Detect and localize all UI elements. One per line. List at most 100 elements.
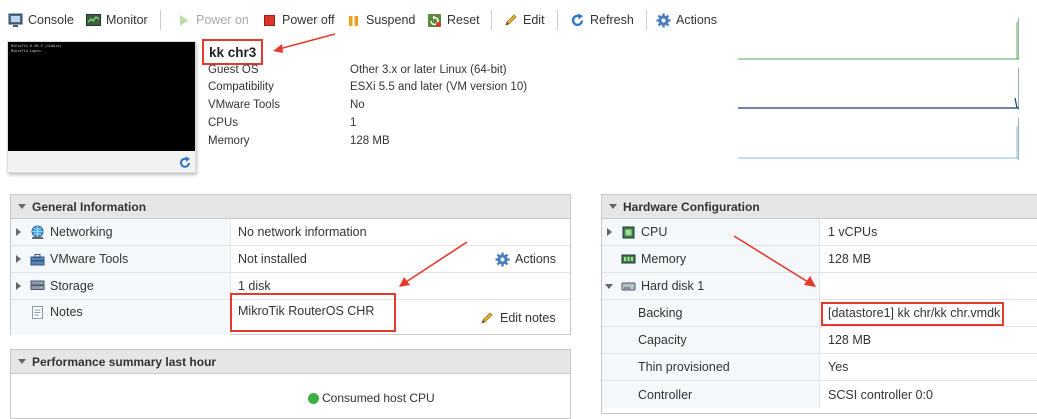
notes-label: Notes	[50, 305, 83, 319]
console-button[interactable]: Console	[8, 11, 74, 29]
refresh-button[interactable]: Refresh	[570, 11, 634, 29]
cpu-legend-label: Consumed host CPU	[322, 391, 435, 405]
console-screen-text: MikroTik 6.40.3 (stable) MikroTik Login:…	[8, 42, 195, 151]
hardware-configuration-header[interactable]: Hardware Configuration	[602, 195, 1037, 219]
performance-header[interactable]: Performance summary last hour	[11, 350, 570, 374]
monitor-button[interactable]: Monitor	[86, 11, 148, 29]
collapse-icon[interactable]	[605, 283, 613, 289]
edit-button[interactable]: Edit	[503, 11, 545, 29]
memory-module-icon	[621, 252, 636, 267]
hw-memory-value: 128 MB	[828, 252, 872, 266]
hw-controller-row: Controller SCSI controller 0:0	[602, 381, 1037, 408]
vm-name-title: kk chr3	[202, 39, 264, 65]
reset-button[interactable]: Reset	[427, 11, 480, 29]
hw-cpu-value: 1 vCPUs	[828, 225, 878, 239]
collapse-icon	[18, 359, 26, 364]
tools-actions-button[interactable]: Actions	[495, 246, 556, 272]
suspend-label: Suspend	[366, 13, 416, 27]
reset-icon	[427, 13, 442, 28]
edit-notes-button[interactable]: Edit notes	[479, 308, 556, 328]
power-on-button[interactable]: Power on	[176, 11, 249, 29]
toolbox-icon	[30, 252, 45, 267]
console-thumbnail[interactable]: MikroTik 6.40.3 (stable) MikroTik Login:…	[7, 41, 196, 173]
reset-label: Reset	[447, 13, 480, 27]
actions-button[interactable]: Actions	[656, 11, 717, 29]
hw-cpu-label: CPU	[641, 225, 668, 239]
console-label: Console	[28, 13, 74, 27]
toolbar-divider	[491, 10, 492, 30]
console-icon	[8, 13, 23, 28]
guest-os-value: Other 3.x or later Linux (64-bit)	[350, 64, 507, 76]
expand-icon[interactable]	[15, 282, 21, 290]
performance-panel: Performance summary last hour Consumed h…	[10, 349, 571, 419]
networking-row[interactable]: Networking No network information	[11, 219, 570, 246]
pencil-icon	[479, 311, 494, 326]
compatibility-label: Compatibility	[208, 81, 274, 93]
hw-memory-row[interactable]: Memory 128 MB	[602, 246, 1037, 273]
actions-label: Actions	[676, 13, 717, 27]
hw-capacity-value: 128 MB	[828, 333, 872, 347]
memory-sparkline	[738, 68, 1019, 110]
hw-cpu-row[interactable]: CPU 1 vCPUs	[602, 219, 1037, 246]
notes-icon	[30, 305, 45, 320]
monitor-label: Monitor	[106, 13, 148, 27]
general-information-title: General Information	[32, 199, 147, 214]
collapse-icon	[18, 204, 26, 209]
edit-notes-label: Edit notes	[500, 311, 556, 325]
gear-icon	[656, 13, 671, 28]
suspend-button[interactable]: Suspend	[346, 11, 415, 29]
monitor-icon	[86, 13, 101, 28]
vmware-tools-row[interactable]: VMware Tools Not installed Actions	[11, 246, 570, 273]
edit-label: Edit	[523, 13, 545, 27]
backing-highlight-box	[821, 302, 1004, 326]
general-information-header[interactable]: General Information	[11, 195, 570, 219]
vmware-tools-status: Not installed	[238, 252, 307, 266]
stop-icon	[262, 13, 277, 28]
pencil-icon	[503, 13, 518, 28]
toolbar-divider	[557, 10, 558, 30]
expand-icon[interactable]	[15, 228, 21, 236]
storage-label: Storage	[50, 279, 94, 293]
hw-hard-disk-row[interactable]: Hard disk 1	[602, 273, 1037, 300]
globe-network-icon	[30, 225, 45, 240]
memory-label: Memory	[208, 135, 250, 147]
play-icon	[176, 13, 191, 28]
cpus-label: CPUs	[208, 117, 239, 129]
notes-highlight-box	[230, 293, 396, 332]
vmware-tools-row-label: VMware Tools	[50, 252, 129, 266]
performance-title: Performance summary last hour	[32, 354, 217, 369]
compatibility-value: ESXi 5.5 and later (VM version 10)	[350, 81, 528, 93]
power-on-label: Power on	[196, 13, 249, 27]
cpu-sparkline	[738, 18, 1019, 60]
hw-thin-provisioned-value: Yes	[828, 360, 849, 374]
collapse-icon	[609, 204, 617, 209]
memory-value: 128 MB	[350, 135, 390, 147]
cpus-value: 1	[350, 117, 357, 129]
expand-icon[interactable]	[606, 228, 612, 236]
storage-icon	[30, 279, 45, 294]
hw-thin-provisioned-row: Thin provisioned Yes	[602, 354, 1037, 381]
hw-capacity-label: Capacity	[602, 327, 820, 353]
gear-icon	[495, 252, 510, 267]
power-off-button[interactable]: Power off	[262, 11, 335, 29]
hw-backing-label: Backing	[602, 300, 820, 326]
vmware-tools-label: VMware Tools	[208, 99, 281, 111]
hardware-configuration-title: Hardware Configuration	[623, 199, 760, 214]
hw-capacity-row: Capacity 128 MB	[602, 327, 1037, 354]
storage-sparkline	[738, 118, 1019, 160]
networking-label: Networking	[50, 225, 113, 239]
hw-controller-label: Controller	[602, 381, 820, 408]
vmware-tools-value: No	[350, 99, 365, 111]
green-dot-icon	[308, 392, 319, 404]
refresh-icon[interactable]	[178, 156, 192, 173]
networking-value: No network information	[238, 225, 367, 239]
toolbar-divider	[160, 10, 161, 30]
hw-hard-disk-label: Hard disk 1	[641, 279, 705, 293]
pause-icon	[346, 13, 361, 28]
cpu-chip-icon	[621, 225, 636, 240]
tools-actions-label: Actions	[515, 252, 556, 266]
guest-os-label: Guest OS	[208, 64, 259, 76]
expand-icon[interactable]	[15, 255, 21, 263]
cpu-legend: Consumed host CPU	[308, 391, 435, 405]
hard-disk-icon	[621, 279, 636, 294]
